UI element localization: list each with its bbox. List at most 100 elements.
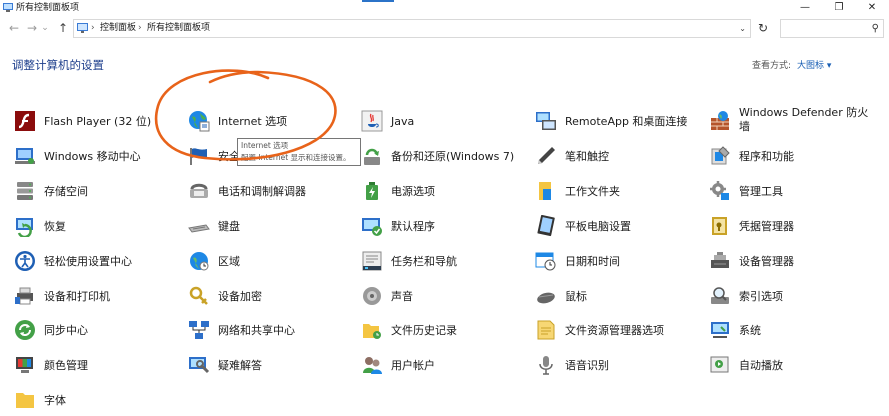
cp-item-label: 颜色管理	[44, 359, 88, 372]
cp-item-label: Java	[391, 115, 415, 128]
network-sharing-icon	[189, 321, 209, 339]
title-bar-accent	[362, 0, 394, 2]
file-explorer-options-icon	[537, 320, 555, 340]
backup-restore-icon	[364, 148, 380, 165]
cp-item-label: 声音	[391, 290, 413, 303]
mouse-icon	[537, 292, 555, 304]
region-icon	[190, 252, 209, 271]
work-folders-icon	[539, 182, 551, 200]
cp-item-label: 设备和打印机	[44, 290, 110, 303]
pen-touch-icon	[538, 147, 555, 164]
indexing-options-icon	[711, 287, 729, 304]
cp-item-label: 网络和共享中心	[218, 324, 295, 337]
taskbar-navigation-icon	[362, 251, 382, 271]
color-management-icon	[16, 357, 33, 373]
cp-item-label: 自动播放	[739, 359, 783, 372]
device-encryption-icon	[189, 286, 208, 305]
cp-item-label: 索引选项	[739, 290, 783, 303]
firewall-icon	[711, 111, 729, 130]
cp-item-label: Windows Defender 防火墙	[739, 106, 869, 133]
remoteapp-icon	[536, 112, 556, 130]
cp-item-label: 电源选项	[391, 185, 435, 198]
file-history-icon	[363, 324, 381, 339]
cp-item-label: 电话和调制解调器	[218, 185, 306, 198]
cp-item-label: 默认程序	[391, 220, 435, 233]
cp-item-label: 任务栏和导航	[391, 255, 457, 268]
cp-item-label: 文件资源管理器选项	[565, 324, 664, 337]
navigation-bar: ← → ⌄ ↑ › 控制面板 › 所有控制面板项 ⌄ ↻ ⚲	[0, 17, 889, 41]
cp-item-label: 文件历史记录	[391, 324, 457, 337]
mobility-center-icon	[15, 148, 35, 164]
tablet-settings-icon	[537, 215, 555, 237]
cp-item-label: 字体	[44, 394, 66, 407]
cp-item-label: 语音识别	[565, 359, 609, 372]
flash-icon	[15, 111, 35, 131]
search-input[interactable]: ⚲	[780, 19, 884, 38]
tooltip-text: 配置 Internet 显示和连接设置。	[241, 153, 351, 162]
cp-item-label: 备份和还原(Windows 7)	[391, 150, 515, 163]
default-programs-icon	[362, 218, 382, 236]
forward-button[interactable]: →	[24, 19, 40, 37]
up-button[interactable]: ↑	[55, 19, 71, 37]
fonts-icon	[16, 393, 34, 408]
internet-options-tooltip: Internet 选项 配置 Internet 显示和连接设置。	[237, 138, 361, 166]
cp-item-label: 程序和功能	[739, 150, 794, 163]
minimize-button[interactable]: —	[788, 0, 822, 16]
title-bar: 所有控制面板项 — ❐ ✕	[0, 0, 889, 16]
cp-item-label: Internet 选项	[218, 115, 288, 128]
cp-item-label: 用户帐户	[391, 359, 435, 372]
control-panel-icon	[77, 23, 88, 33]
storage-spaces-icon	[17, 182, 33, 200]
speech-recognition-icon	[539, 356, 553, 375]
cp-item-label: 键盘	[218, 220, 240, 233]
admin-tools-icon	[710, 181, 729, 200]
internet-options-icon	[189, 111, 210, 132]
cp-item-label: 鼠标	[565, 290, 587, 303]
search-icon: ⚲	[871, 23, 879, 34]
power-options-icon	[366, 182, 378, 200]
cp-item-label: 存储空间	[44, 185, 88, 198]
troubleshooting-icon	[189, 357, 210, 374]
cp-item-label: 凭据管理器	[739, 220, 794, 233]
user-accounts-icon	[363, 357, 382, 374]
close-button[interactable]: ✕	[855, 0, 889, 16]
cp-item-label: RemoteApp 和桌面连接	[565, 115, 688, 128]
address-dropdown-icon[interactable]: ⌄	[739, 20, 746, 37]
breadcrumb-all-items[interactable]: 所有控制面板项	[147, 20, 210, 37]
sound-icon	[363, 287, 381, 305]
cp-item-label: Flash Player (32 位)	[44, 115, 152, 128]
window-title: 所有控制面板项	[16, 3, 80, 13]
sync-center-icon	[15, 320, 35, 340]
recent-locations-button[interactable]: ⌄	[40, 19, 50, 37]
java-icon	[361, 110, 383, 132]
security-flag-icon	[190, 148, 207, 165]
breadcrumb-separator: ›	[138, 23, 142, 33]
devices-printers-icon	[15, 287, 33, 305]
breadcrumb-control-panel[interactable]: 控制面板	[100, 20, 136, 37]
recovery-icon	[16, 218, 33, 237]
back-button[interactable]: ←	[6, 19, 22, 37]
cp-item-label: 恢复	[44, 220, 66, 233]
cp-item-label: 设备加密	[218, 290, 262, 303]
device-manager-icon	[711, 252, 729, 268]
page-title: 调整计算机的设置	[12, 58, 104, 72]
view-by-dropdown[interactable]: 大图标 ▾	[797, 58, 831, 71]
ease-of-access-icon	[15, 251, 35, 271]
control-panel-window-icon	[3, 3, 13, 12]
breadcrumb-separator: ›	[91, 23, 95, 33]
refresh-button[interactable]: ↻	[752, 19, 774, 38]
cp-item-label: 管理工具	[739, 185, 783, 198]
date-time-icon	[535, 252, 556, 271]
cp-item-label: 设备管理器	[739, 255, 794, 268]
cp-item-label: Windows 移动中心	[44, 150, 141, 163]
cp-item-label: 疑难解答	[218, 359, 262, 372]
maximize-button[interactable]: ❐	[822, 0, 856, 16]
keyboard-icon	[188, 224, 210, 233]
cp-item-label: 平板电脑设置	[565, 220, 631, 233]
cp-item-label: 同步中心	[44, 324, 88, 337]
autoplay-icon	[710, 356, 729, 373]
cp-item-label: 轻松使用设置中心	[44, 255, 132, 268]
cp-item-label: 系统	[739, 324, 761, 337]
view-by-label: 查看方式:	[752, 61, 792, 71]
address-bar[interactable]: › 控制面板 › 所有控制面板项 ⌄	[73, 19, 751, 38]
